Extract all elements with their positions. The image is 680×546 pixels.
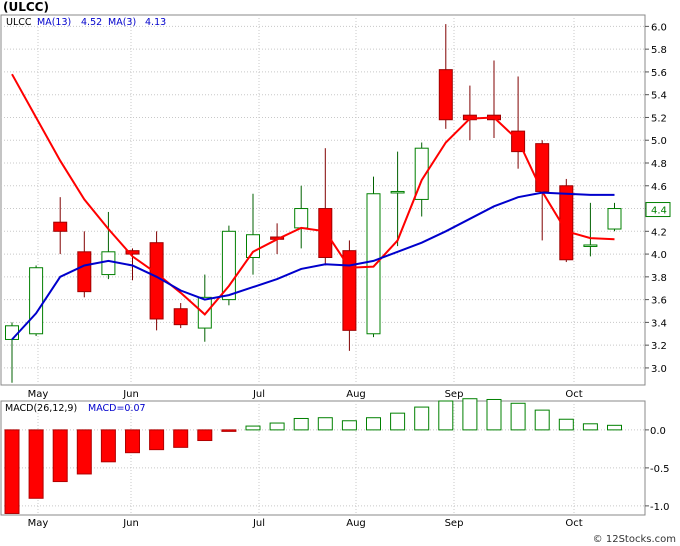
- candle-body: [77, 251, 92, 293]
- candle-body: [366, 193, 381, 335]
- price-y-tick-label: 4.6: [651, 182, 667, 193]
- candle-body: [5, 325, 19, 340]
- macd-y-tick-label: 0.0: [650, 426, 666, 437]
- price-y-tick-label: 5.4: [651, 91, 667, 102]
- macd-bar: [366, 417, 381, 431]
- macd-bar: [149, 429, 165, 451]
- price-x-tick-label: Sep: [445, 389, 464, 400]
- macd-bar: [317, 417, 333, 431]
- candle-body: [390, 190, 405, 194]
- candle-body: [246, 234, 260, 258]
- macd-bar: [607, 424, 622, 431]
- macd-bar: [534, 409, 550, 431]
- macd-bar: [221, 429, 237, 432]
- candle-body: [221, 230, 236, 301]
- legend-ma3-value: 4.13: [145, 17, 166, 28]
- price-x-tick-label: Aug: [346, 389, 366, 400]
- last-price-label: 4.4: [651, 206, 667, 217]
- candle-body: [294, 208, 309, 229]
- macd-x-tick-label: Jul: [252, 518, 265, 529]
- candle-body: [583, 244, 598, 247]
- macd-bar: [52, 429, 68, 483]
- price-y-tick-label: 4.2: [651, 227, 667, 238]
- candle-body: [173, 308, 188, 326]
- macd-bar: [173, 429, 189, 448]
- macd-x-tick-label: Jun: [122, 518, 139, 529]
- macd-bar: [245, 425, 261, 431]
- macd-bar: [341, 420, 357, 431]
- price-y-tick-label: 5.2: [651, 113, 667, 124]
- macd-bar: [293, 417, 309, 431]
- macd-bar: [76, 429, 92, 475]
- price-y-tick-label: 3.4: [651, 318, 667, 329]
- macd-y-tick-label: -1.0: [650, 502, 670, 513]
- candle-body: [149, 242, 164, 320]
- price-y-tick-label: 3.6: [651, 296, 667, 307]
- macd-bar: [269, 422, 285, 431]
- price-y-tick-label: 6.0: [651, 22, 667, 33]
- price-x-tick-label: Oct: [565, 389, 582, 400]
- macd-bar: [100, 429, 116, 463]
- price-y-tick-label: 3.0: [651, 364, 667, 375]
- price-x-tick-label: Jun: [122, 389, 139, 400]
- macd-x-tick-label: Oct: [565, 518, 582, 529]
- candle-body: [607, 208, 622, 230]
- price-y-tick-label: 5.0: [651, 136, 667, 147]
- macd-x-tick-label: Aug: [346, 518, 366, 529]
- price-x-tick-label: Jul: [252, 389, 265, 400]
- macd-bar: [197, 429, 213, 442]
- macd-bar: [438, 400, 454, 431]
- price-y-tick-label: 3.2: [651, 341, 667, 352]
- macd-bar: [28, 429, 44, 499]
- price-y-tick-label: 4.8: [651, 159, 667, 170]
- macd-bar: [414, 406, 430, 431]
- candle-body: [535, 143, 550, 192]
- candle-body: [29, 267, 44, 335]
- macd-y-tick-label: -0.5: [650, 464, 670, 475]
- macd-bar: [4, 429, 20, 514]
- macd-bar: [558, 418, 574, 431]
- macd-x-tick-label: May: [28, 518, 49, 529]
- candle-body: [101, 251, 116, 276]
- macd-legend-value: MACD=0.07: [88, 403, 146, 414]
- stock-chart: 3.0 3.2 3.4 3.6 3.8 4.0 4.2 4.4 4.6 4.8 5.0 5.2 5.4 5…: [0, 14, 671, 529]
- watermark: © 12Stocks.com: [592, 534, 676, 545]
- legend-symbol: ULCC: [6, 17, 32, 28]
- candle-body: [197, 296, 212, 329]
- legend-ma13-value: 4.52: [81, 17, 102, 28]
- macd-x-tick-label: Sep: [445, 518, 464, 529]
- price-y-tick-label: 3.8: [651, 273, 667, 284]
- price-y-tick-label: 5.6: [651, 68, 667, 79]
- price-x-tick-label: May: [28, 389, 49, 400]
- candle-body: [53, 221, 68, 232]
- price-y-tick-label: 4.0: [651, 250, 667, 261]
- macd-bar: [486, 398, 502, 431]
- macd-legend-label: MACD(26,12,9): [5, 403, 77, 414]
- legend-ma13-label: MA(13): [37, 17, 71, 28]
- price-y-tick-label: 5.8: [651, 45, 667, 56]
- legend-ma3-label: MA(3): [108, 17, 136, 28]
- macd-bar: [510, 402, 526, 431]
- candle-body: [438, 69, 453, 121]
- macd-bar: [462, 398, 478, 431]
- macd-bar: [390, 412, 406, 431]
- macd-bar: [582, 423, 598, 431]
- macd-bar: [125, 429, 140, 454]
